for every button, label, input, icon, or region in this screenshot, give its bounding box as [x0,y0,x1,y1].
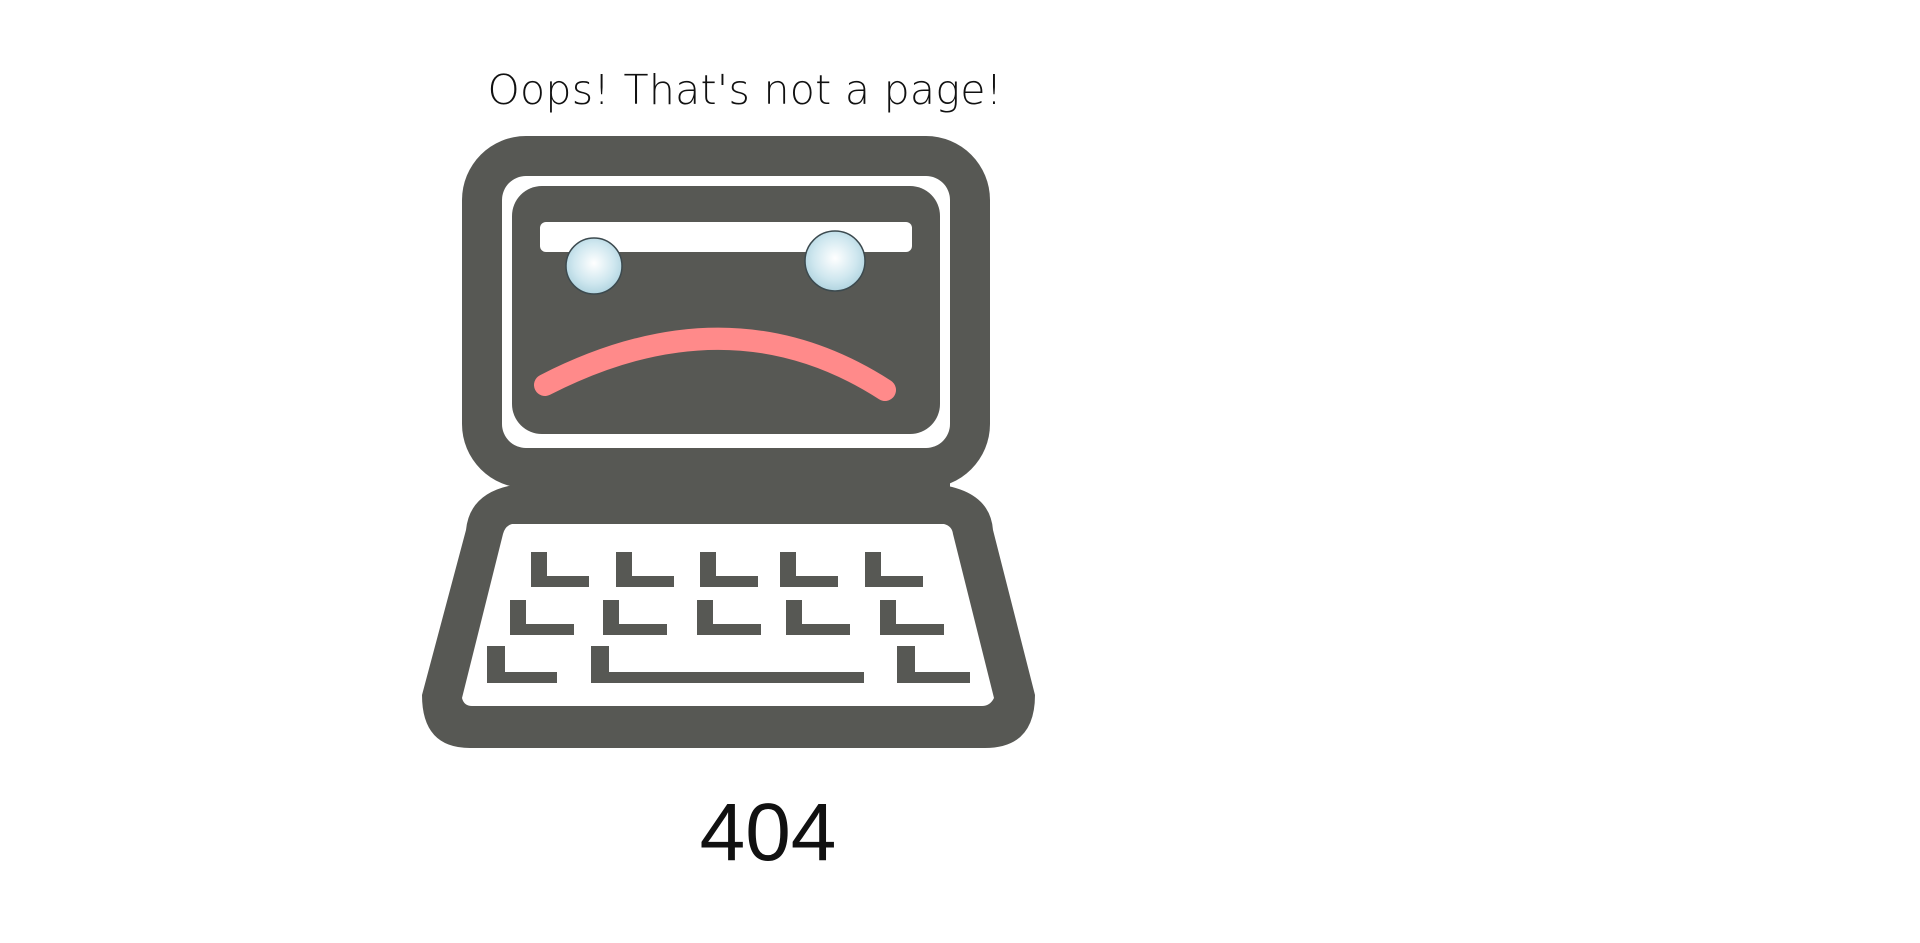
error-code: 404 [699,787,837,878]
left-eye [565,237,623,295]
error-page: Oops! That's not a page! 404 [0,0,1920,943]
right-eye [804,230,866,292]
sad-computer-icon [422,136,1035,748]
